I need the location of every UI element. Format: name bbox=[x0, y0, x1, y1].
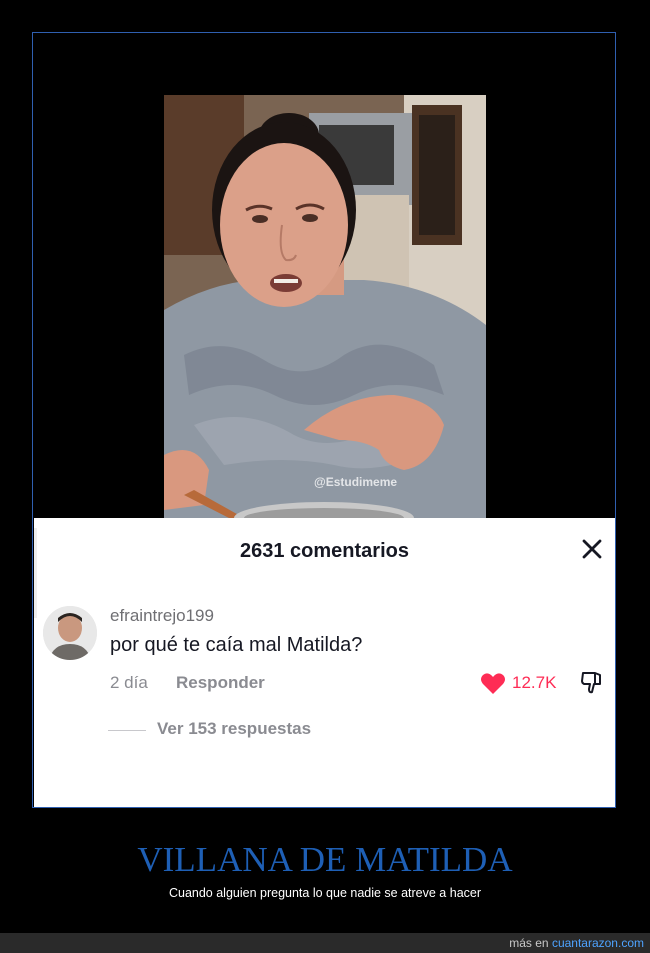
avatar[interactable] bbox=[43, 606, 97, 660]
reply-button[interactable]: Responder bbox=[176, 673, 265, 693]
like-button[interactable] bbox=[480, 672, 506, 696]
caption-title: VILLANA DE MATILDA bbox=[137, 840, 513, 879]
footer-prefix: más en bbox=[509, 936, 549, 950]
dislike-button[interactable] bbox=[580, 670, 604, 696]
footer-bar: más en cuantarazon.com bbox=[0, 933, 650, 953]
close-icon bbox=[582, 539, 602, 559]
close-button[interactable] bbox=[579, 536, 605, 562]
like-count: 12.7K bbox=[512, 673, 557, 692]
footer-text: más en cuantarazon.com bbox=[509, 936, 644, 950]
video-image bbox=[164, 95, 486, 518]
replies-divider bbox=[108, 730, 146, 731]
caption-subtitle: Cuando alguien pregunta lo que nadie se … bbox=[168, 886, 482, 900]
comments-count-title: 2631 comentarios bbox=[240, 540, 409, 562]
heart-icon bbox=[481, 673, 505, 694]
view-replies-button[interactable]: Ver 153 respuestas bbox=[157, 719, 311, 739]
comment-username[interactable]: efraintrejo199 bbox=[110, 606, 214, 626]
comments-panel: 2631 comentarios efraintrejo199 por qué … bbox=[34, 518, 615, 807]
comment-date: 2 día bbox=[110, 673, 148, 692]
video-watermark: @Estudimeme bbox=[314, 475, 398, 489]
comment-text: por qué te caía mal Matilda? bbox=[110, 634, 363, 656]
thumbs-down-icon bbox=[581, 672, 601, 694]
footer-link[interactable]: cuantarazon.com bbox=[552, 936, 644, 950]
user-avatar-image bbox=[43, 606, 97, 660]
video-still: @Estudimeme bbox=[164, 95, 486, 518]
